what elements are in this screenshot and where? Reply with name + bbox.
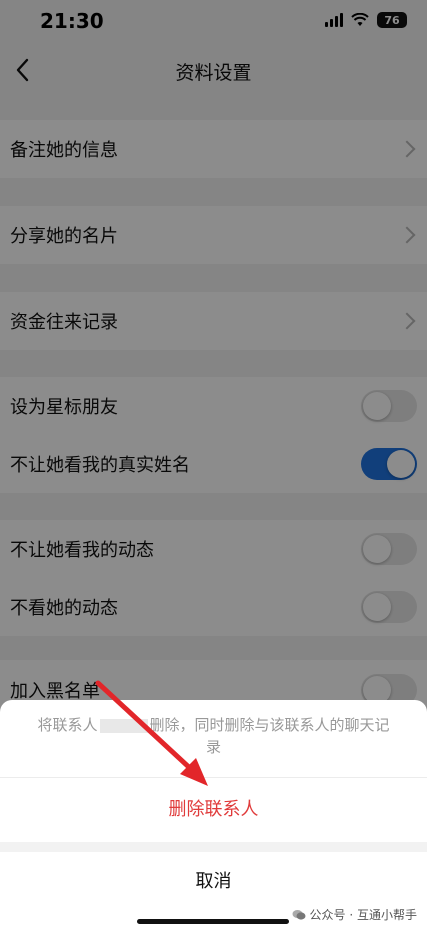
watermark-text: 公众号 · 互通小帮手 xyxy=(309,908,417,922)
sheet-message: 将联系人 删除，同时删除与该联系人的聊天记录 xyxy=(30,714,397,758)
watermark: 公众号 · 互通小帮手 xyxy=(292,906,417,923)
action-sheet: 将联系人 删除，同时删除与该联系人的聊天记录 删除联系人 取消 xyxy=(0,700,427,934)
sheet-gap xyxy=(0,842,427,852)
masked-contact-name xyxy=(99,718,148,733)
sheet-message-prefix: 将联系人 xyxy=(37,716,98,734)
sheet-message-suffix: 删除，同时删除与该联系人的聊天记录 xyxy=(149,716,390,756)
wechat-icon xyxy=(292,909,306,920)
delete-contact-button[interactable]: 删除联系人 xyxy=(0,778,427,842)
home-indicator xyxy=(137,919,289,924)
